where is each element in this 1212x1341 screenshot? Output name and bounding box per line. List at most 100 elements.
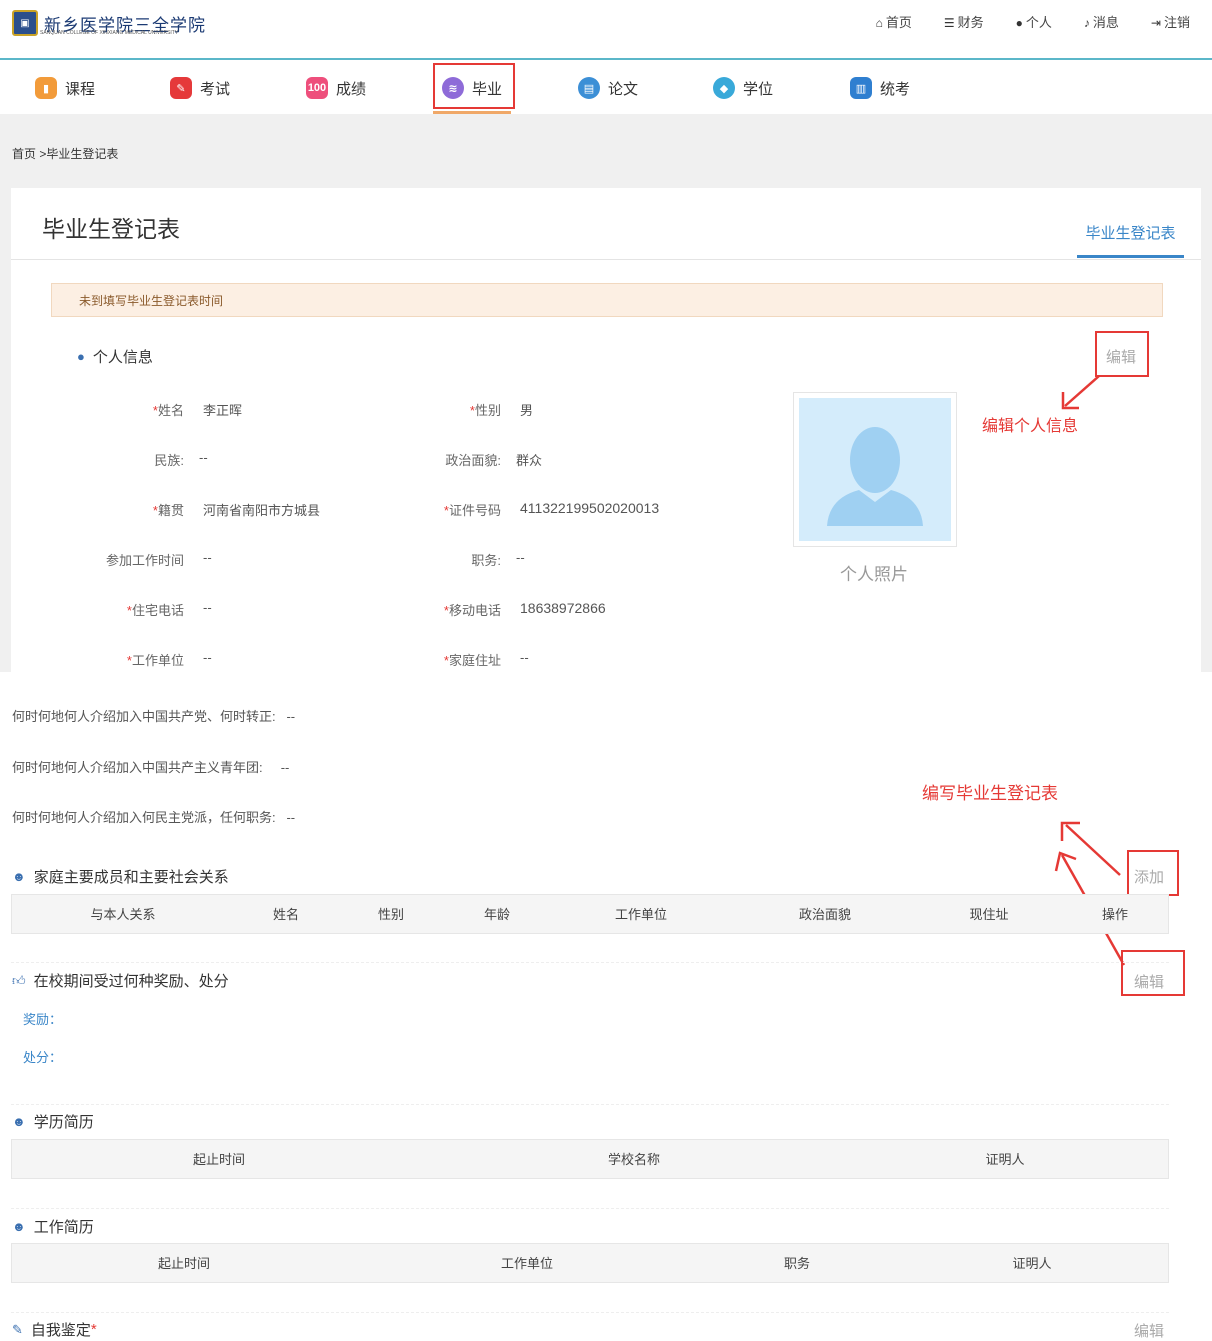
column-header: 职务: [783, 1256, 811, 1271]
top-nav-messages[interactable]: ♪ 消息: [1084, 12, 1119, 31]
field-value-native-place: 河南省南阳市方城县: [203, 503, 321, 518]
field-value-work-start: --: [203, 550, 212, 565]
column-header: 证明人: [1012, 1256, 1052, 1271]
top-nav: ⌂ 首页 ☰ 财务 ● 个人 ♪ 消息 ⇥ 注销: [876, 12, 1190, 31]
education-table-header: 起止时间 学校名称 证明人: [11, 1139, 1169, 1179]
field-value-id-number: 411322199502020013: [520, 500, 660, 516]
column-header: 性别: [377, 907, 405, 922]
home-icon: ⌂: [875, 16, 883, 30]
edit-rewards-button[interactable]: 编辑: [1134, 971, 1164, 992]
edit-personal-button[interactable]: 编辑: [1106, 346, 1136, 367]
degree-icon: ◆: [713, 77, 735, 99]
thumbs-up-icon: 👍︎: [12, 972, 26, 988]
avatar-placeholder-icon: [799, 398, 951, 541]
field-label-ethnicity: 民族:: [154, 453, 184, 468]
section-divider: [11, 1312, 1169, 1314]
edit-icon: ✎: [12, 1321, 23, 1337]
user-icon: ●: [77, 349, 85, 364]
annotation-edit-personal: 编辑个人信息: [982, 416, 1079, 435]
column-header: 起止时间: [157, 1256, 211, 1271]
breadcrumb[interactable]: 首页 >毕业生登记表: [12, 145, 118, 162]
field-label-gender: *性别: [469, 403, 501, 418]
page-title: 毕业生登记表: [42, 216, 180, 242]
field-label-mobile: *移动电话: [443, 603, 501, 618]
tab-registration-form[interactable]: 毕业生登记表: [1077, 222, 1184, 258]
score-icon: 100: [306, 77, 328, 99]
field-label-employer: *工作单位: [126, 653, 184, 668]
user-icon: ●: [1015, 16, 1023, 30]
column-header: 与本人关系: [90, 907, 156, 922]
field-label-home-address: *家庭住址: [443, 653, 501, 668]
column-header: 现住址: [969, 907, 1009, 922]
field-value-position: --: [516, 550, 525, 565]
field-value-ethnicity: --: [199, 450, 208, 465]
field-value-gender: 男: [520, 403, 534, 418]
family-table-header: 与本人关系 姓名 性别 年龄 工作单位 政治面貌 现住址 操作: [11, 894, 1169, 934]
field-label-native-place: *籍贯: [152, 503, 184, 518]
top-nav-home[interactable]: ⌂ 首页: [876, 12, 912, 31]
signout-icon: ⇥: [1150, 16, 1161, 30]
field-value-employer: --: [203, 650, 212, 665]
tab-degree[interactable]: ◆ 学位: [713, 72, 773, 104]
users-icon: ☻: [12, 869, 26, 884]
notice-banner: 未到填写毕业生登记表时间: [51, 283, 1163, 317]
annotation-write-form: 编写毕业生登记表: [922, 784, 1058, 804]
reward-label: 奖励：: [23, 1012, 63, 1027]
thesis-icon: ▤: [578, 77, 600, 99]
column-header: 年龄: [483, 907, 511, 922]
top-nav-personal[interactable]: ● 个人: [1016, 12, 1052, 31]
tab-exam[interactable]: ✎ 考试: [170, 72, 230, 104]
tab-thesis[interactable]: ▤ 论文: [578, 72, 638, 104]
section-divider: [11, 962, 1169, 964]
field-label-id-number: *证件号码: [443, 503, 501, 518]
work-table-header: 起止时间 工作单位 职务 证明人: [11, 1243, 1169, 1283]
bell-icon: ♪: [1083, 16, 1090, 30]
punish-label: 处分：: [23, 1050, 63, 1065]
top-nav-logout[interactable]: ⇥ 注销: [1151, 12, 1190, 31]
tab-graduation[interactable]: ≋ 毕业: [442, 72, 502, 104]
field-value-political-status: 群众: [516, 453, 543, 468]
field-label-position: 职务:: [471, 553, 501, 568]
field-value-mobile: 18638972866: [520, 600, 606, 616]
personal-info-heading: ● 个人信息: [77, 349, 153, 366]
section-divider: [11, 1208, 1169, 1210]
main-nav: ▮ 课程 ✎ 考试 100 成绩 ≋ 毕业 ▤ 论文 ◆ 学位 ▥ 统考: [10, 60, 1212, 114]
party-cyl-row: 何时何地何人介绍加入中国共产主义青年团: --: [12, 760, 290, 775]
field-value-home-address: --: [520, 650, 529, 665]
school-emblem-icon: ▣: [12, 10, 38, 36]
exam-icon: ✎: [170, 77, 192, 99]
family-heading: ☻ 家庭主要成员和主要社会关系: [12, 869, 229, 886]
users-icon: ☻: [12, 1114, 26, 1129]
column-header: 起止时间: [192, 1152, 246, 1167]
field-label-political-status: 政治面貌:: [445, 453, 501, 468]
field-value-name: 李正晖: [203, 403, 243, 418]
personal-photo[interactable]: [793, 392, 957, 547]
school-name-en: SANQUAN COLLEGE OF XINXIANG MEDICAL UNIV…: [40, 30, 179, 36]
self-eval-heading: ✎ 自我鉴定 *: [12, 1321, 97, 1339]
tab-score[interactable]: 100 成绩: [306, 72, 366, 104]
column-header: 工作单位: [500, 1256, 554, 1271]
party-cpc-row: 何时何地何人介绍加入中国共产党、何时转正: --: [12, 709, 296, 724]
panel-divider: [11, 259, 1201, 260]
section-divider: [11, 1104, 1169, 1106]
school-logo[interactable]: ▣ 新乡医学院三全学院 SANQUAN COLLEGE OF XINXIANG …: [12, 8, 206, 38]
column-header: 证明人: [985, 1152, 1025, 1167]
column-header: 姓名: [272, 907, 300, 922]
work-heading: ☻ 工作简历: [12, 1219, 94, 1236]
column-header: 学校名称: [607, 1152, 661, 1167]
column-header: 工作单位: [614, 907, 668, 922]
education-heading: ☻ 学历简历: [12, 1114, 94, 1131]
party-democratic-row: 何时何地何人介绍加入何民主党派，任何职务: --: [12, 810, 296, 825]
field-label-name: *姓名: [152, 403, 184, 418]
users-icon: ☻: [12, 1219, 26, 1234]
field-label-home-phone: *住宅电话: [126, 603, 184, 618]
tab-unified-exam[interactable]: ▥ 统考: [850, 72, 910, 104]
column-header: 操作: [1101, 907, 1129, 922]
database-icon: ☰: [943, 16, 955, 30]
rewards-heading: 👍︎ 在校期间受过何种奖励、处分: [12, 972, 229, 991]
field-value-home-phone: --: [203, 600, 212, 615]
course-icon: ▮: [35, 77, 57, 99]
add-family-button[interactable]: 添加: [1134, 866, 1164, 887]
top-nav-finance[interactable]: ☰ 财务: [944, 12, 984, 31]
tab-course[interactable]: ▮ 课程: [35, 72, 95, 104]
